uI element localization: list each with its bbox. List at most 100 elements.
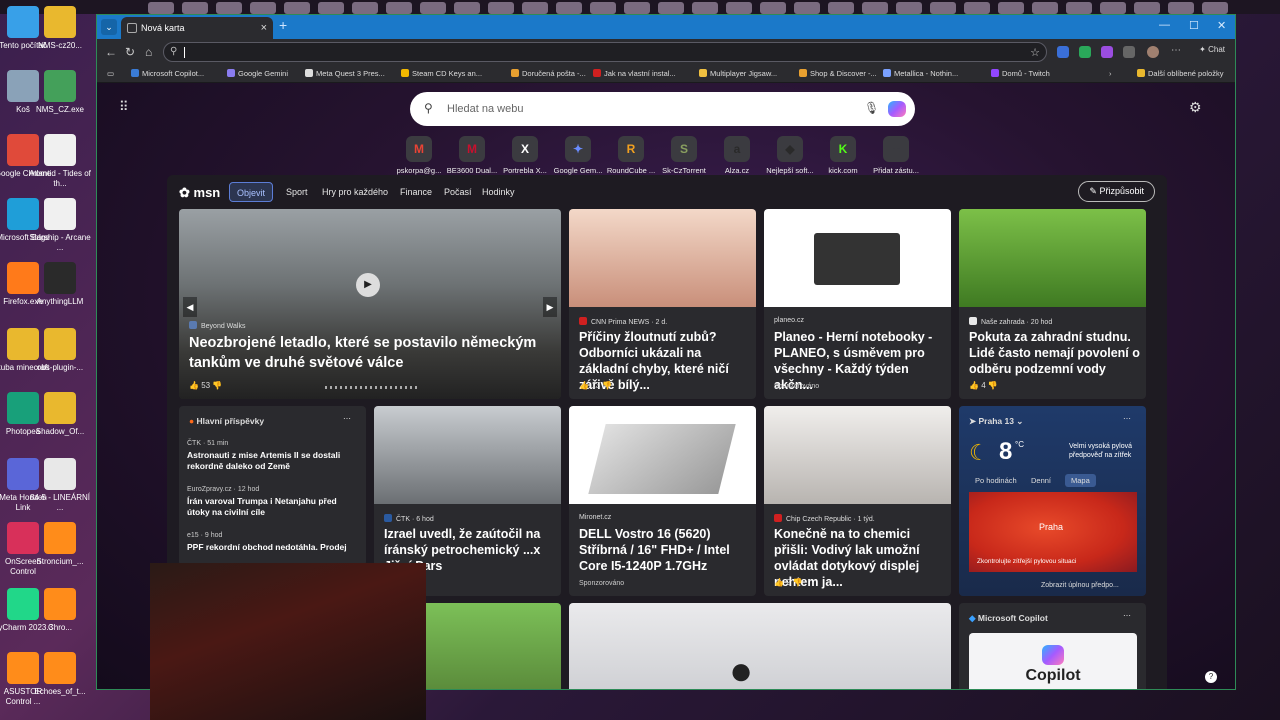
bookmarks-overflow-chevron-icon[interactable]: › bbox=[1109, 69, 1112, 78]
desktop-icon[interactable]: NMS_CZ.exe bbox=[28, 70, 92, 115]
bookmark-item[interactable]: Doručená pošta -... bbox=[511, 69, 586, 78]
close-window-icon[interactable]: ✕ bbox=[1217, 19, 1226, 32]
profile-avatar[interactable] bbox=[1147, 46, 1159, 58]
nav-hodinky[interactable]: Hodinky bbox=[482, 187, 515, 197]
minimize-icon[interactable]: — bbox=[1159, 19, 1170, 31]
headline-item[interactable]: ČTK · 51 min Astronauti z mise Artemis II… bbox=[187, 440, 357, 472]
taskbar-app-icon[interactable] bbox=[454, 2, 480, 14]
taskbar-app-icon[interactable] bbox=[488, 2, 514, 14]
taskbar-app-icon[interactable] bbox=[1202, 2, 1228, 14]
taskbar-app-icon[interactable] bbox=[386, 2, 412, 14]
bookmark-item[interactable]: Shop & Discover -... bbox=[799, 69, 877, 78]
address-bar[interactable]: ⚲ ☆ bbox=[163, 42, 1047, 62]
taskbar-app-icon[interactable] bbox=[896, 2, 922, 14]
extensions-puzzle-icon[interactable] bbox=[1123, 46, 1135, 58]
quick-link-tile[interactable]: a Alza.cz bbox=[707, 136, 767, 175]
more-menu-icon[interactable]: ⋯ bbox=[1171, 46, 1183, 58]
taskbar-app-icon[interactable] bbox=[556, 2, 582, 14]
play-icon[interactable]: ▶ bbox=[356, 273, 380, 297]
card-likes[interactable]: 👍 4 👎 bbox=[969, 381, 998, 390]
taskbar-app-icon[interactable] bbox=[1066, 2, 1092, 14]
msn-logo[interactable]: ✿ msn bbox=[179, 185, 220, 201]
desktop-icon[interactable]: Shadow_Of... bbox=[28, 392, 92, 437]
bookmark-item[interactable]: Google Gemini bbox=[227, 69, 288, 78]
news-card-chemistry[interactable]: Chip Czech Republic · 1 týd. Konečně na … bbox=[764, 406, 951, 596]
taskbar-app-icon[interactable] bbox=[250, 2, 276, 14]
full-forecast-link[interactable]: Zobrazit úplnou předpo... bbox=[1041, 582, 1119, 589]
news-card-teeth[interactable]: CNN Prima NEWS · 2 d. Příčiny žloutnutí … bbox=[569, 209, 756, 399]
nav-objevit[interactable]: Objevit bbox=[229, 182, 274, 202]
nav-pocasi[interactable]: Počasí bbox=[444, 187, 472, 197]
copilot-card[interactable]: ◆ Microsoft Copilot ⋯ Copilot bbox=[959, 603, 1146, 689]
taskbar-app-icon[interactable] bbox=[522, 2, 548, 14]
refresh-icon[interactable]: ↻ bbox=[125, 45, 135, 59]
taskbar-app-icon[interactable] bbox=[862, 2, 888, 14]
other-favorites-folder[interactable]: Další oblíbené položky bbox=[1137, 69, 1223, 78]
card-likes[interactable]: 👍 2 👎 bbox=[774, 578, 803, 587]
chat-button[interactable]: ✦ Chat bbox=[1199, 45, 1225, 54]
news-card-well[interactable]: Naše zahrada · 20 hod Pokuta za zahradní… bbox=[959, 209, 1146, 399]
tab-map[interactable]: Mapa bbox=[1065, 474, 1096, 487]
nav-finance[interactable]: Finance bbox=[400, 187, 432, 197]
bookmark-item[interactable]: Microsoft Copilot... bbox=[131, 69, 204, 78]
quick-link-tile[interactable]: ✦ Google Gem... bbox=[548, 136, 608, 175]
taskbar-app-icon[interactable] bbox=[216, 2, 242, 14]
news-card-dell[interactable]: Mironet.cz DELL Vostro 16 (5620) Stříbrn… bbox=[569, 406, 756, 596]
tab-new-tab[interactable]: Nová karta × bbox=[121, 17, 273, 39]
taskbar-app-icon[interactable] bbox=[318, 2, 344, 14]
taskbar-app-icon[interactable] bbox=[828, 2, 854, 14]
tab-daily[interactable]: Denní bbox=[1031, 476, 1051, 485]
desktop-icon[interactable]: obs-plugin-... bbox=[28, 328, 92, 373]
weather-map[interactable]: Praha Zkontrolujte zítřejší pylovou situ… bbox=[969, 492, 1137, 572]
extension-shield-icon[interactable] bbox=[1057, 46, 1069, 58]
headline-item[interactable]: EuroZpravy.cz · 12 hod Írán varoval Trump… bbox=[187, 486, 357, 518]
desktop-icon[interactable]: Echoes_of_t... bbox=[28, 652, 92, 697]
weather-city[interactable]: ➤ Praha 13 ⌄ bbox=[969, 416, 1023, 427]
desktop-icon[interactable]: Atlantid - Tides of th... bbox=[28, 134, 92, 189]
customize-button[interactable]: ✎ Přizpůsobit bbox=[1078, 181, 1155, 202]
card-likes[interactable]: 👍 13 👎 bbox=[579, 381, 612, 390]
bookmark-item[interactable]: Multiplayer Jigsaw... bbox=[699, 69, 777, 78]
taskbar-app-icon[interactable] bbox=[148, 2, 174, 14]
headline-item[interactable]: e15 · 9 hod PPF rekordní obchod nedotáhla… bbox=[187, 532, 357, 553]
desktop-icon[interactable]: Starship - Arcane ... bbox=[28, 198, 92, 253]
quick-link-tile[interactable]: + Přidat zástu... bbox=[866, 136, 926, 175]
bookmark-item[interactable]: Steam CD Keys an... bbox=[401, 69, 482, 78]
taskbar-app-icon[interactable] bbox=[590, 2, 616, 14]
taskbar-app-icon[interactable] bbox=[1168, 2, 1194, 14]
taskbar-app-icon[interactable] bbox=[624, 2, 650, 14]
bookmark-item[interactable]: Metallica - Nothin... bbox=[883, 69, 958, 78]
tab-list-icon[interactable]: ▭ bbox=[107, 69, 114, 78]
map-note[interactable]: Zkontrolujte zítřejší pylovou situaci bbox=[977, 558, 1076, 565]
prev-slide-icon[interactable]: ◀ bbox=[183, 297, 197, 317]
taskbar-app-icon[interactable] bbox=[726, 2, 752, 14]
quick-link-tile[interactable]: M BE3600 Dual... bbox=[442, 136, 502, 175]
taskbar-app-icon[interactable] bbox=[1134, 2, 1160, 14]
taskbar-app-icon[interactable] bbox=[352, 2, 378, 14]
apps-grid-icon[interactable]: ⠿ bbox=[119, 99, 129, 115]
bookmark-item[interactable]: Domů - Twitch bbox=[991, 69, 1050, 78]
desktop-icon[interactable]: 84-5 - LINEÁRNÍ ... bbox=[28, 458, 92, 513]
desktop-icon[interactable]: Chro... bbox=[28, 588, 92, 633]
maximize-icon[interactable]: ☐ bbox=[1189, 19, 1199, 32]
new-tab-button[interactable]: + bbox=[279, 17, 287, 33]
favorite-star-icon[interactable]: ☆ bbox=[1030, 46, 1040, 59]
hero-card[interactable]: ▶ ◀ ▶ Beyond Walks Neozbrojené letadlo, … bbox=[179, 209, 561, 399]
quick-link-tile[interactable]: Kkick.com bbox=[813, 136, 873, 175]
news-card-planeo[interactable]: planeo.cz Planeo - Herní notebooky - PLA… bbox=[764, 209, 951, 399]
help-icon[interactable]: ? bbox=[1205, 671, 1217, 683]
quick-link-tile[interactable]: ◆ Nejlepší soft... bbox=[760, 136, 820, 175]
web-search-box[interactable]: ⚲ Hledat na webu 🎙 bbox=[410, 92, 915, 126]
desktop-icon[interactable]: NMS-cz20... bbox=[28, 6, 92, 51]
desktop-icon[interactable]: Stroncium_... bbox=[28, 522, 92, 567]
quick-link-tile[interactable]: R RoundCube ... bbox=[601, 136, 661, 175]
extension-purple-icon[interactable] bbox=[1101, 46, 1113, 58]
microphone-icon[interactable]: 🎙 bbox=[864, 101, 879, 115]
nav-sport[interactable]: Sport bbox=[286, 187, 308, 197]
bookmark-item[interactable]: Meta Quest 3 Pres... bbox=[305, 69, 385, 78]
close-tab-icon[interactable]: × bbox=[261, 17, 267, 39]
extension-adblock-icon[interactable] bbox=[1079, 46, 1091, 58]
back-arrow-icon[interactable]: ← bbox=[105, 45, 117, 59]
tab-actions-chevron-icon[interactable]: ⌄ bbox=[101, 19, 117, 35]
desktop-icon[interactable]: AnythingLLM bbox=[28, 262, 92, 307]
